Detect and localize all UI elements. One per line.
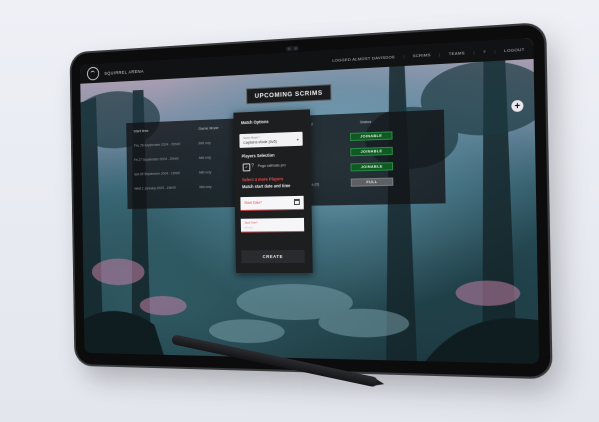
row-game-mode: Mid only <box>199 170 212 175</box>
column-header: Game Mode <box>198 125 219 131</box>
create-scrim-modal: Match Options Game Mode * Captains Mode … <box>233 109 313 274</box>
joinable-button[interactable]: JOINABLE <box>349 131 393 142</box>
row-game-mode: Mid only <box>199 185 212 190</box>
game-mode-caption: Game Mode * <box>243 135 260 140</box>
create-button[interactable]: CREATE <box>241 249 305 264</box>
joinable-button[interactable]: JOINABLE <box>350 146 393 157</box>
start-time-input[interactable]: Start Time* hh:mm <box>240 217 305 233</box>
match-options-heading: Match Options <box>240 119 269 126</box>
player-name: Pugo cailmato pro <box>257 163 286 169</box>
row-start-time: Wed 1 January 2025 - 19h00 <box>134 185 176 191</box>
app-screen: SQUIRREL ARENA LOGGED ALMOST DAVISDOE | … <box>79 37 540 364</box>
game-mode-value: Captains Mode (5v5) <box>243 139 277 145</box>
tablet-device: SQUIRREL ARENA LOGGED ALMOST DAVISDOE | … <box>71 24 551 378</box>
squirrel-logo-icon[interactable] <box>86 66 100 81</box>
column-header: Start time <box>133 127 149 134</box>
row-start-time: Thu 26 September 2024 - 20h00 <box>133 142 181 148</box>
player-warning: Select 4 more Players <box>241 176 284 183</box>
start-time-placeholder: hh:mm <box>244 225 253 230</box>
chevron-down-icon: ▾ <box>296 136 299 142</box>
start-date-label: Start Date* <box>244 200 262 205</box>
nav-teams[interactable]: TEAMS <box>449 50 465 56</box>
column-header: Status <box>359 118 372 125</box>
player-help-icon[interactable]: ? <box>251 163 254 169</box>
nav-separator: | <box>494 47 496 54</box>
start-date-input[interactable]: Start Date* <box>240 195 304 211</box>
camera <box>285 45 300 52</box>
nav-separator: | <box>473 49 475 55</box>
nav-links: LOGGED ALMOST DAVISDOE | SCRIMS | TEAMS … <box>332 46 524 62</box>
nav-logout[interactable]: LOGOUT <box>504 46 525 52</box>
player-checkbox[interactable]: ✓ <box>242 163 251 172</box>
row-start-time: Fri 27 September 2024 - 20h00 <box>133 156 179 163</box>
start-time-label: Start Time* <box>244 220 258 225</box>
nav-help[interactable]: ? <box>483 48 486 53</box>
game-mode-select[interactable]: Game Mode * Captains Mode (5v5) ▾ <box>239 131 303 148</box>
brand-name[interactable]: SQUIRREL ARENA <box>104 68 144 75</box>
joinable-button[interactable]: JOINABLE <box>350 162 394 172</box>
row-game-mode: Mid only <box>198 141 211 146</box>
nav-separator: | <box>439 51 441 57</box>
row-game-mode: Mid only <box>198 155 212 161</box>
calendar-icon[interactable] <box>293 198 300 206</box>
players-selection-heading: Players Selection <box>241 152 275 159</box>
full-button[interactable]: FULL <box>350 177 394 187</box>
row-start-time: Sat 28 September 2024 - 19h00 <box>134 171 181 177</box>
nav-scrims[interactable]: SCRIMS <box>413 52 431 58</box>
date-section-heading: Match start date and time <box>242 183 291 190</box>
nav-separator: | <box>403 53 405 59</box>
nav-user[interactable]: LOGGED ALMOST DAVISDOE <box>332 54 395 63</box>
